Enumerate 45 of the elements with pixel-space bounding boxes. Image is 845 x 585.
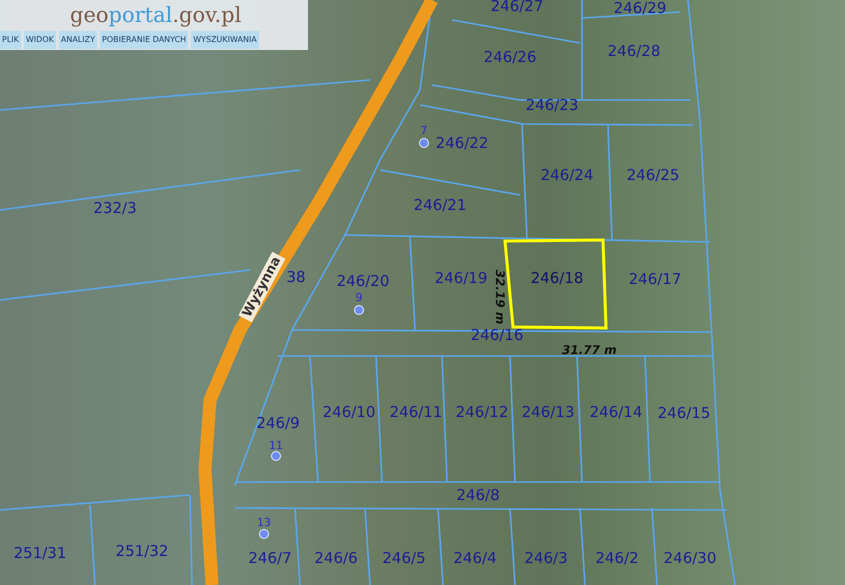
parcel-number[interactable]: 246/28	[608, 42, 660, 60]
parcel-number[interactable]: 246/23	[526, 96, 578, 114]
parcel-number[interactable]: 246/27	[490, 0, 544, 15]
parcel-number[interactable]: 246/4	[453, 549, 497, 567]
parcel-number[interactable]: 246/12	[456, 403, 508, 421]
measurement-label: 31.77 m	[562, 343, 617, 357]
parcel-number[interactable]: 246/10	[322, 403, 376, 421]
parcel-number[interactable]: 251/31	[14, 544, 66, 562]
parcel-number[interactable]: 246/20	[336, 272, 390, 290]
parcel-number[interactable]: 246/25	[626, 166, 680, 184]
menu-item[interactable]: WYSZUKIWANIA	[191, 31, 259, 49]
parcel-number[interactable]: 246/16	[470, 326, 524, 344]
parcel-number[interactable]: 246/19	[434, 269, 488, 287]
parcel-number[interactable]: 246/5	[382, 549, 426, 567]
point-number: 13	[257, 517, 271, 529]
parcel-number[interactable]: 246/26	[484, 48, 536, 66]
parcel-number[interactable]: 246/30	[664, 549, 716, 567]
parcel-number[interactable]: 38	[286, 268, 306, 286]
parcel-number[interactable]: 246/9	[256, 414, 300, 432]
parcel-number[interactable]: 246/18	[530, 269, 584, 287]
point-number: 9	[356, 292, 362, 304]
parcel-number[interactable]: 232/3	[93, 199, 137, 217]
parcel-number[interactable]: 251/32	[116, 542, 168, 560]
parcel-number[interactable]: 246/17	[628, 270, 682, 288]
parcel-number[interactable]: 246/29	[614, 0, 666, 17]
menu-item[interactable]: POBIERANIE DANYCH	[100, 31, 188, 49]
parcel-number[interactable]: 246/14	[590, 403, 642, 421]
point-number: 7	[420, 125, 428, 137]
parcel-number[interactable]: 246/15	[658, 404, 710, 422]
parcel-number[interactable]: 246/8	[456, 486, 500, 504]
menu-item[interactable]: WIDOK	[24, 31, 56, 49]
measurement-label: 32.19 m	[493, 270, 507, 324]
parcel-number[interactable]: 246/11	[390, 403, 442, 421]
menu-item[interactable]: ANALIZY	[58, 31, 97, 49]
site-logo[interactable]: geoportal.gov.pl	[70, 2, 242, 28]
parcel-number[interactable]: 246/3	[524, 549, 568, 567]
parcel-number[interactable]: 246/6	[314, 549, 358, 567]
parcel-number[interactable]: 246/24	[540, 166, 594, 184]
menu-item[interactable]: PLIK	[0, 31, 21, 49]
parcel-number[interactable]: 246/7	[248, 549, 292, 567]
parcel-number[interactable]: 246/21	[414, 196, 466, 214]
point-number: 11	[269, 440, 283, 452]
parcel-number[interactable]: 246/22	[436, 134, 488, 152]
parcel-number[interactable]: 246/2	[595, 549, 639, 567]
parcel-number[interactable]: 246/13	[522, 403, 574, 421]
